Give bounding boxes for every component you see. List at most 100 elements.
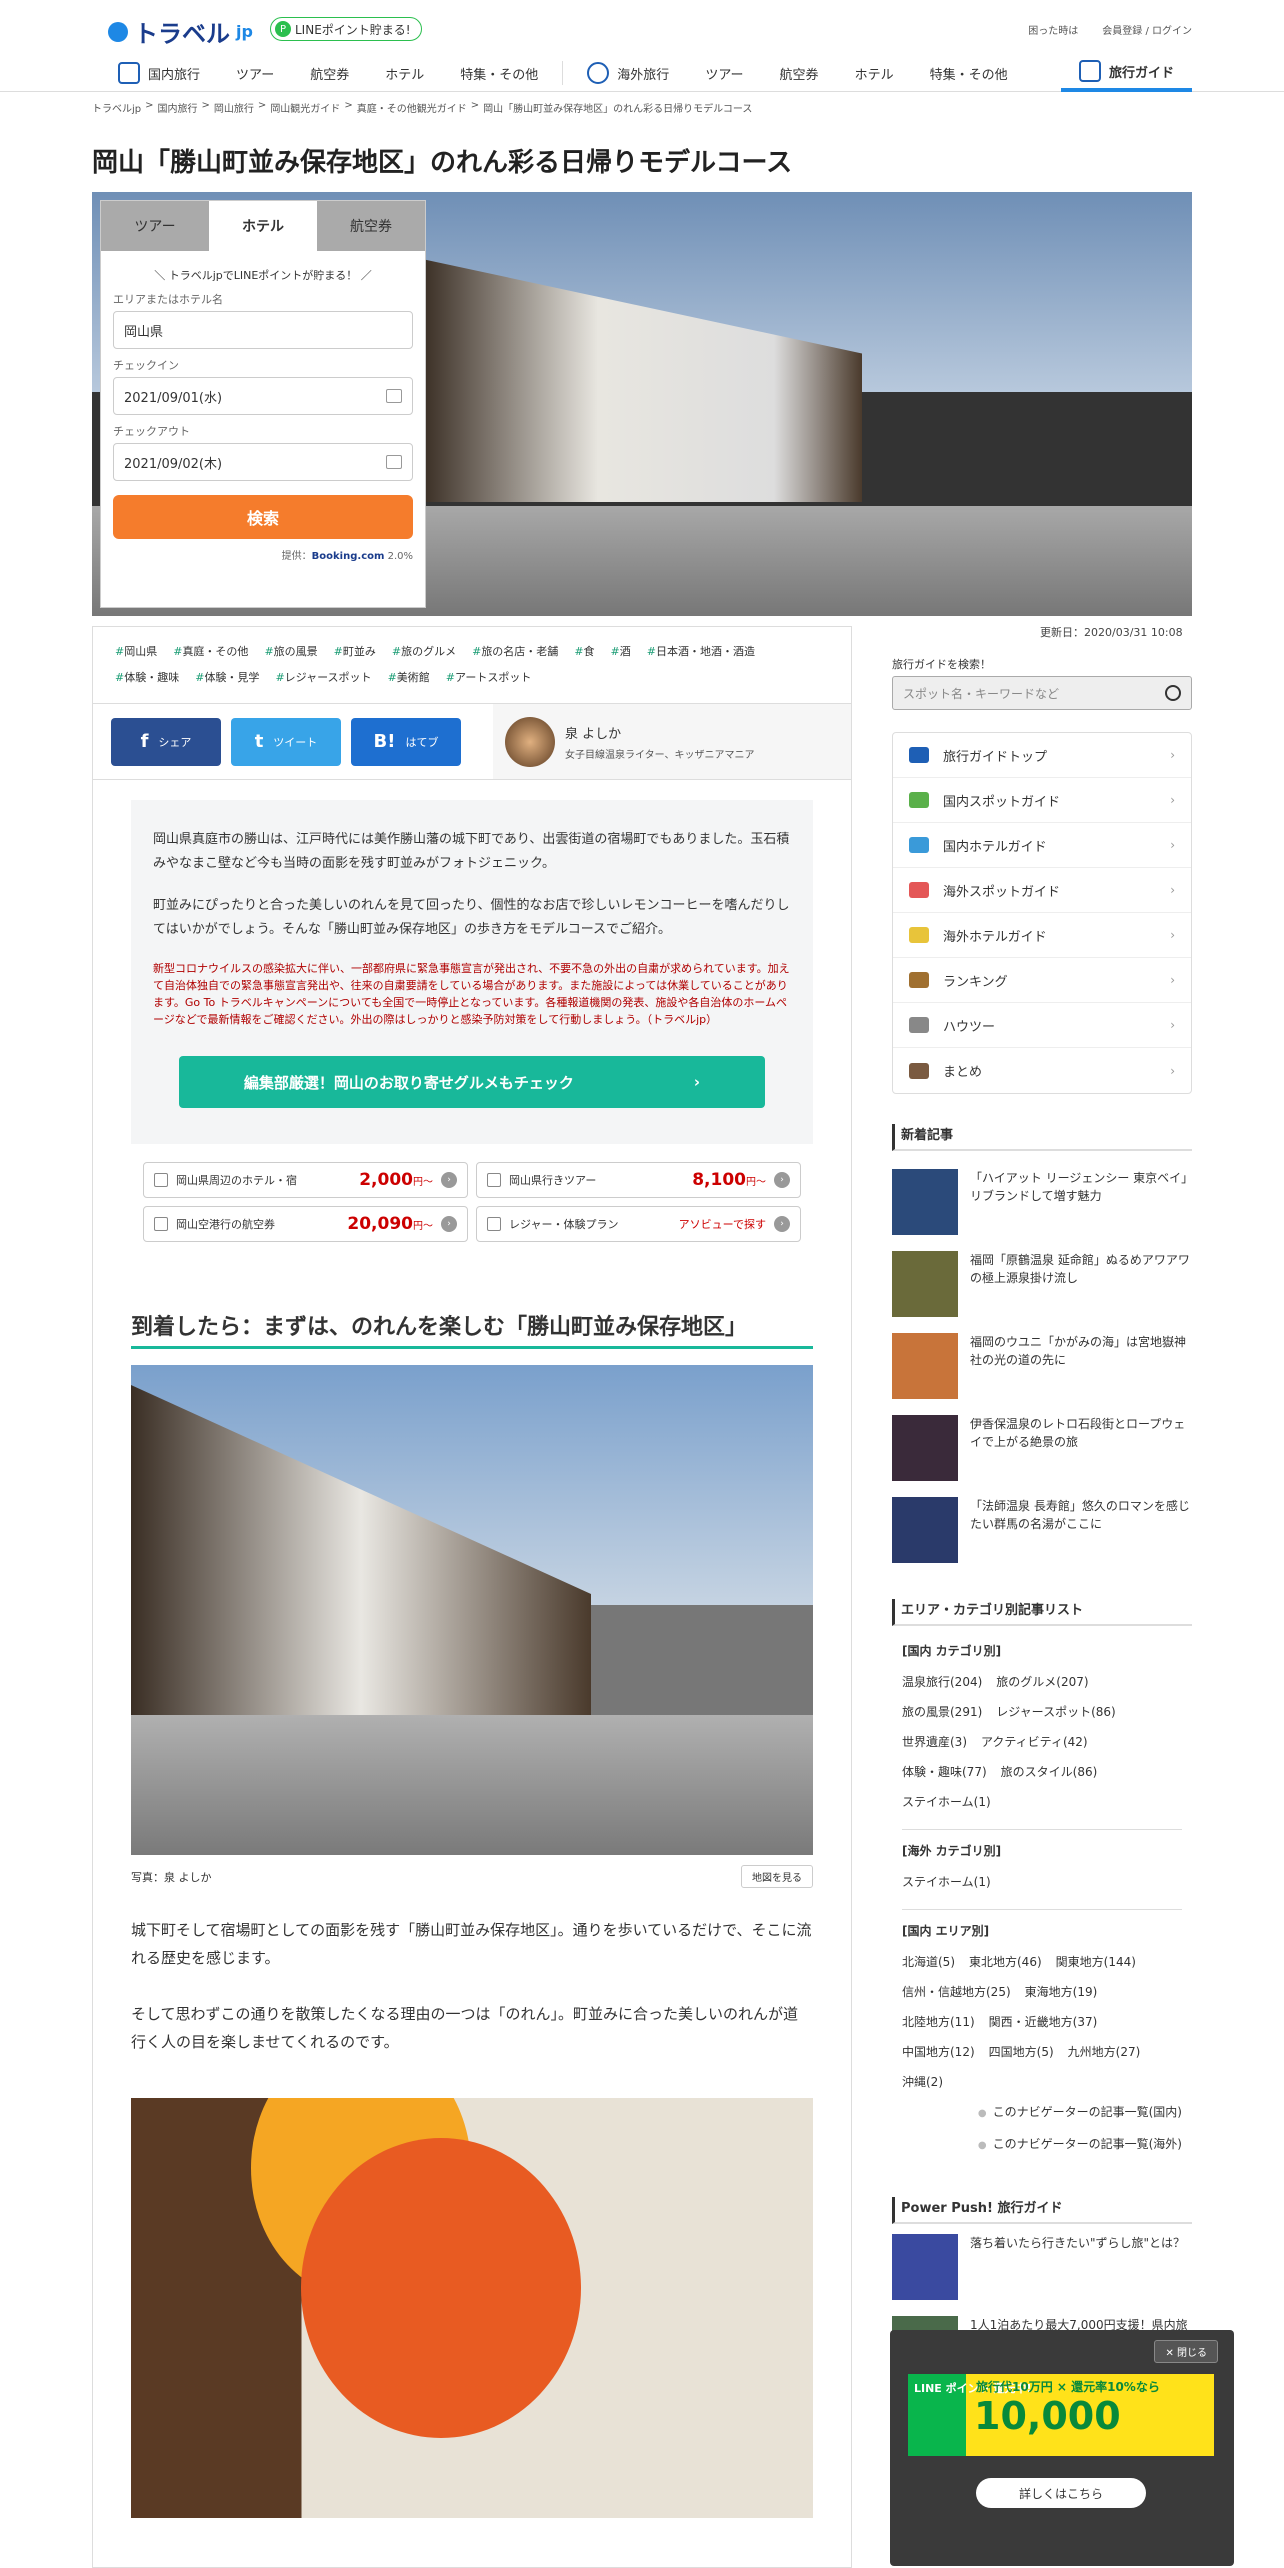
login-link[interactable]: 会員登録 / ログイン [1102, 22, 1192, 37]
tag-link[interactable]: 体験・趣味 [115, 665, 179, 691]
tag-link[interactable]: 美術館 [388, 665, 430, 691]
breadcrumb-item[interactable]: トラベルjp [92, 100, 141, 115]
guide-menu-item[interactable]: ランキング › [893, 958, 1191, 1003]
tag-link[interactable]: 岡山県 [115, 639, 157, 665]
nav-travel-guide[interactable]: 旅行ガイド [1060, 54, 1192, 92]
breadcrumb-item[interactable]: 国内旅行 [158, 100, 198, 115]
news-title: 福岡のウユニ「かがみの海」は宮地嶽神社の光の道の先に [970, 1335, 1187, 1367]
search-button[interactable]: 検索 [113, 495, 413, 539]
nav-dom-tour[interactable]: ツアー [218, 54, 292, 92]
category-link[interactable]: 旅のスタイル(86) [1001, 1757, 1098, 1787]
checkin-input[interactable]: 2021/09/01(水) [113, 377, 413, 415]
category-link[interactable]: 北陸地方(11) [902, 2007, 975, 2037]
category-link[interactable]: ステイホーム(1) [902, 1867, 991, 1897]
nav-dom-air[interactable]: 航空券 [292, 54, 367, 92]
twitter-share-button[interactable]: t ツイート [231, 717, 341, 766]
power-push-item[interactable]: 落ち着いたら行きたい"ずらし旅"とは？ [892, 2224, 1192, 2306]
price-link[interactable]: 岡山県周辺のホテル・宿 2,000円～ › [143, 1162, 468, 1198]
category-link[interactable]: 北海道(5) [902, 1947, 955, 1977]
tag-link[interactable]: 日本酒・地酒・酒造 [647, 639, 755, 665]
category-link[interactable]: 世界遺産(3) [902, 1727, 967, 1757]
nav-int-tour[interactable]: ツアー [687, 54, 761, 92]
tab-hotel[interactable]: ホテル [209, 201, 317, 251]
tag-link[interactable]: 旅の風景 [264, 639, 318, 665]
category-link[interactable]: 関東地方(144) [1056, 1947, 1136, 1977]
tag-link[interactable]: レジャースポット [275, 665, 372, 691]
nav-dom-hotel[interactable]: ホテル [367, 54, 442, 92]
guide-menu-item[interactable]: 旅行ガイドトップ › [893, 733, 1191, 778]
category-link[interactable]: 旅のグルメ(207) [996, 1667, 1088, 1697]
line-points-badge[interactable]: P LINEポイント貯まる! [270, 17, 422, 41]
tag-link[interactable]: 旅のグルメ [392, 639, 456, 665]
news-item[interactable]: 福岡のウユニ「かがみの海」は宮地嶽神社の光の道の先に [892, 1323, 1192, 1405]
tag-link[interactable]: 真庭・その他 [173, 639, 248, 665]
hatena-bookmark-button[interactable]: B! はてブ [351, 717, 461, 766]
guide-menu-item[interactable]: まとめ › [893, 1048, 1191, 1093]
tag-link[interactable]: 酒 [611, 639, 631, 665]
price-link[interactable]: 岡山空港行の航空券 20,090円～ › [143, 1206, 468, 1242]
guide-menu-label: 海外スポットガイド [943, 884, 1061, 900]
guide-menu-item[interactable]: ハウツー › [893, 1003, 1191, 1048]
map-button[interactable]: 地図を見る [741, 1865, 813, 1888]
category-link[interactable]: 信州・信越地方(25) [902, 1977, 1011, 2007]
nav-int-hotel[interactable]: ホテル [837, 54, 912, 92]
category-link[interactable]: 中国地方(12) [902, 2037, 975, 2067]
category-link[interactable]: ステイホーム(1) [902, 1787, 991, 1817]
close-ad-button[interactable]: ✕ 閉じる [1154, 2340, 1218, 2363]
search-icon[interactable] [1165, 685, 1181, 701]
category-link[interactable]: 東海地方(19) [1025, 1977, 1098, 2007]
calendar-icon[interactable] [386, 455, 402, 469]
tag-link[interactable]: 体験・見学 [195, 665, 259, 691]
gourmet-button[interactable]: 編集部厳選！岡山のお取り寄せグルメもチェック › [179, 1056, 765, 1108]
guide-menu-item[interactable]: 海外スポットガイド › [893, 868, 1191, 913]
intro-paragraph: 町並みにぴったりと合った美しいのれんを見て回ったり、個性的なお店で珍しいレモンコ… [153, 898, 790, 937]
category-link[interactable]: 沖縄(2) [902, 2067, 943, 2097]
tag-link[interactable]: 食 [574, 639, 595, 665]
news-item[interactable]: 「ハイアット リージェンシー 東京ベイ」リブランドして増す魅力 [892, 1159, 1192, 1241]
guide-menu-item[interactable]: 国内スポットガイド › [893, 778, 1191, 823]
area-input[interactable]: 岡山県 [113, 311, 413, 349]
tag-link[interactable]: 旅の名店・老舗 [472, 639, 558, 665]
calendar-icon[interactable] [386, 389, 402, 403]
category-link[interactable]: 九州地方(27) [1068, 2037, 1141, 2067]
breadcrumb-item[interactable]: 岡山観光ガイド [270, 100, 340, 115]
category-link[interactable]: 関西・近畿地方(37) [989, 2007, 1098, 2037]
category-link[interactable]: 四国地方(5) [989, 2037, 1054, 2067]
nav-int-special[interactable]: 特集・その他 [912, 54, 1026, 92]
guide-menu-item[interactable]: 海外ホテルガイド › [893, 913, 1191, 958]
news-item[interactable]: 伊香保温泉のレトロ石段街とロープウェイで上がる絶景の旅 [892, 1405, 1192, 1487]
breadcrumb-item[interactable]: 岡山「勝山町並み保存地区」のれん彩る日帰りモデルコース [483, 100, 752, 115]
nav-int-air[interactable]: 航空券 [762, 54, 837, 92]
tag-link[interactable]: アートスポット [446, 665, 531, 691]
price-link[interactable]: レジャー・体験プラン アソビューで探す › [476, 1206, 801, 1242]
guide-search-input[interactable]: スポット名・キーワードなど [892, 676, 1192, 710]
news-item[interactable]: 「法師温泉 長寿館」悠久のロマンを感じたい群馬の名湯がここに [892, 1487, 1192, 1569]
guide-menu-item[interactable]: 国内ホテルガイド › [893, 823, 1191, 868]
nav-dom-special[interactable]: 特集・その他 [442, 54, 556, 92]
ad-banner[interactable]: LINE ポイント 還元中! 旅行代10万円 × 還元率10%なら 10,000 [908, 2374, 1214, 2456]
price-link[interactable]: 岡山県行きツアー 8,100円～ › [476, 1162, 801, 1198]
breadcrumb-item[interactable]: 真庭・その他観光ガイド [357, 100, 467, 115]
nav-domestic[interactable]: 国内旅行 [100, 54, 218, 92]
guide-menu-icon [909, 747, 929, 763]
tag-link[interactable]: 町並み [334, 639, 376, 665]
help-link[interactable]: 困った時は [1028, 22, 1078, 37]
category-link[interactable]: 東北地方(46) [969, 1947, 1042, 1977]
checkout-input[interactable]: 2021/09/02(木) [113, 443, 413, 481]
tab-air[interactable]: 航空券 [317, 201, 425, 251]
category-link[interactable]: アクティビティ(42) [981, 1727, 1088, 1757]
news-item[interactable]: 福岡「原鶴温泉 延命館」ぬるめアワアワの極上源泉掛け流し [892, 1241, 1192, 1323]
nav-international[interactable]: 海外旅行 [569, 54, 687, 92]
category-link[interactable]: 体験・趣味(77) [902, 1757, 987, 1787]
category-link[interactable]: レジャースポット(86) [996, 1697, 1115, 1727]
author-info[interactable]: 泉 よしか 女子目線温泉ライター、キッザニアマニア [493, 704, 851, 779]
navigator-articles-domestic[interactable]: このナビゲーターの記事一覧(国内) [902, 2097, 1182, 2129]
navigator-articles-overseas[interactable]: このナビゲーターの記事一覧(海外) [902, 2129, 1182, 2161]
tab-tour[interactable]: ツアー [101, 201, 209, 251]
category-link[interactable]: 温泉旅行(204) [902, 1667, 982, 1697]
breadcrumb-item[interactable]: 岡山旅行 [214, 100, 254, 115]
site-logo[interactable]: トラベル jp [108, 14, 253, 49]
facebook-share-button[interactable]: f シェア [111, 717, 221, 766]
ad-more-button[interactable]: 詳しくはこちら [976, 2478, 1146, 2508]
category-link[interactable]: 旅の風景(291) [902, 1697, 982, 1727]
